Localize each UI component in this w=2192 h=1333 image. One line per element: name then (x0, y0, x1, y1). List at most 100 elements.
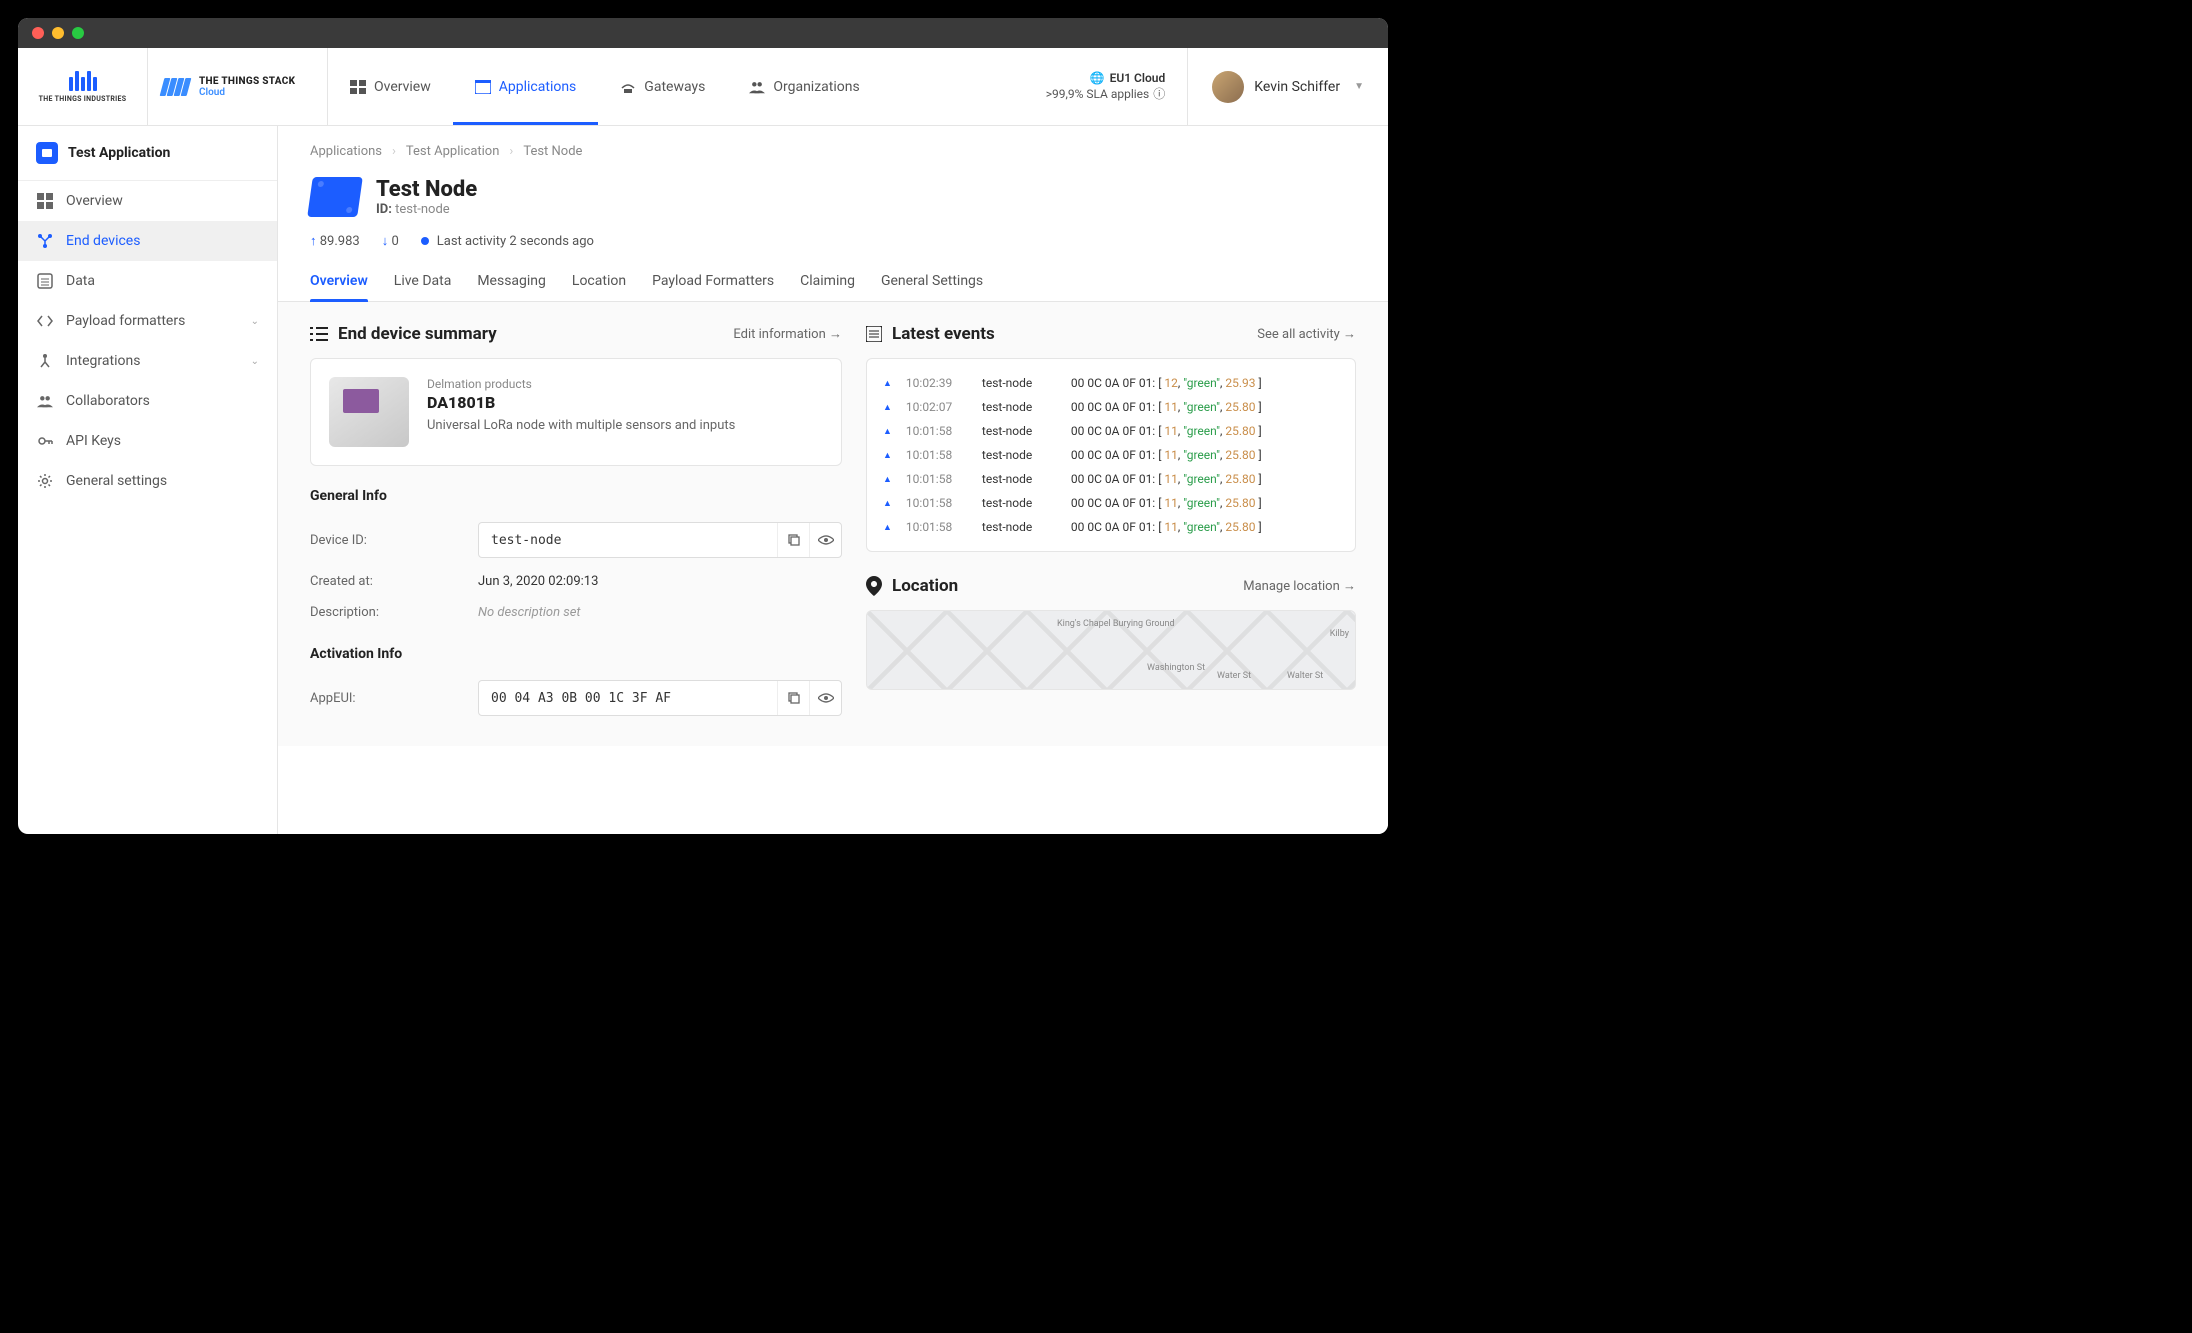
crumb-applications[interactable]: Applications (310, 144, 382, 159)
sidebar-app-header[interactable]: Test Application (18, 126, 277, 181)
sidebar-overview-label: Overview (66, 193, 123, 209)
minimize-window-button[interactable] (52, 27, 64, 39)
sidebar-item-collaborators[interactable]: Collaborators (18, 381, 277, 421)
device-stats: ↑ 89.983 ↓ 0 Last activity 2 seconds ago (278, 233, 1388, 263)
tab-overview[interactable]: Overview (310, 263, 368, 301)
toggle-visibility-button[interactable] (809, 681, 841, 715)
tab-claiming[interactable]: Claiming (800, 263, 855, 301)
map-label: Washington St (1147, 663, 1205, 673)
description-value: No description set (478, 605, 581, 620)
sidebar-item-data[interactable]: Data (18, 261, 277, 301)
copy-button[interactable] (777, 681, 809, 715)
brand-block[interactable]: THE THINGS STACK Cloud (148, 48, 328, 125)
app-icon (36, 142, 58, 164)
event-row[interactable]: ▲10:01:58test-node00 0C 0A 0F 01: [ 11, … (883, 491, 1339, 515)
uplink-arrow-icon: ▲ (883, 402, 892, 413)
cluster-info[interactable]: 🌐EU1 Cloud >99,9% SLA appliesⓘ (1024, 48, 1188, 125)
sidebar-data-label: Data (66, 273, 95, 289)
sidebar-payload-label: Payload formatters (66, 313, 185, 329)
tab-general-settings[interactable]: General Settings (881, 263, 983, 301)
device-id-label: Device ID: (310, 533, 478, 548)
device-tabs: Overview Live Data Messaging Location Pa… (278, 263, 1388, 302)
event-row[interactable]: ▲10:02:39test-node00 0C 0A 0F 01: [ 12, … (883, 371, 1339, 395)
list-icon (310, 326, 328, 342)
crumb-app[interactable]: Test Application (406, 144, 500, 159)
device-icon (307, 177, 363, 217)
nav-overview[interactable]: Overview (328, 48, 453, 125)
device-id-input[interactable] (479, 533, 777, 548)
product-description: Universal LoRa node with multiple sensor… (427, 418, 735, 433)
data-icon (36, 272, 54, 290)
collaborators-icon (36, 392, 54, 410)
activation-info-title: Activation Info (310, 646, 842, 662)
uplink-arrow-icon: ▲ (883, 450, 892, 461)
map-label: King's Chapel Burying Ground (1057, 619, 1175, 629)
edit-information-link[interactable]: Edit information → (733, 326, 842, 342)
product-image (329, 377, 409, 447)
applications-icon (475, 80, 491, 94)
nav-gateways-label: Gateways (644, 79, 705, 95)
chevron-down-icon: ⌄ (251, 316, 259, 327)
id-value: test-node (395, 202, 450, 217)
sidebar-item-end-devices[interactable]: End devices (18, 221, 277, 261)
page-title: Test Node (376, 177, 477, 202)
sidebar-item-payload-formatters[interactable]: Payload formatters ⌄ (18, 301, 277, 341)
appeui-input[interactable] (479, 691, 777, 706)
tab-live-data[interactable]: Live Data (394, 263, 452, 301)
map-label: Water St (1217, 671, 1251, 681)
copy-button[interactable] (777, 523, 809, 557)
event-row[interactable]: ▲10:02:07test-node00 0C 0A 0F 01: [ 11, … (883, 395, 1339, 419)
map-label: Walter St (1287, 671, 1323, 681)
brand-icon (162, 78, 189, 96)
event-payload: 00 0C 0A 0F 01: [ 11, "green", 25.80 ] (1071, 520, 1262, 534)
event-payload: 00 0C 0A 0F 01: [ 11, "green", 25.80 ] (1071, 400, 1262, 414)
info-icon: ⓘ (1153, 85, 1165, 102)
sidebar-item-general-settings[interactable]: General settings (18, 461, 277, 501)
events-icon (866, 326, 882, 342)
nav-organizations-label: Organizations (773, 79, 859, 95)
page-header: Test Node ID: test-node (278, 177, 1388, 233)
device-card: Delmation products DA1801B Universal LoR… (310, 358, 842, 466)
event-row[interactable]: ▲10:01:58test-node00 0C 0A 0F 01: [ 11, … (883, 515, 1339, 539)
tab-location[interactable]: Location (572, 263, 626, 301)
nav-organizations[interactable]: Organizations (727, 48, 881, 125)
close-window-button[interactable] (32, 27, 44, 39)
main-content: Applications › Test Application › Test N… (278, 126, 1388, 834)
event-time: 10:01:58 (906, 472, 968, 486)
events-list: ▲10:02:39test-node00 0C 0A 0F 01: [ 12, … (866, 358, 1356, 552)
grid-icon (36, 192, 54, 210)
event-node: test-node (982, 376, 1057, 390)
see-all-activity-link[interactable]: See all activity → (1257, 326, 1356, 342)
maximize-window-button[interactable] (72, 27, 84, 39)
event-row[interactable]: ▲10:01:58test-node00 0C 0A 0F 01: [ 11, … (883, 419, 1339, 443)
nav-gateways[interactable]: Gateways (598, 48, 727, 125)
events-title: Latest events (892, 324, 995, 344)
tab-messaging[interactable]: Messaging (477, 263, 546, 301)
sidebar-collaborators-label: Collaborators (66, 393, 150, 409)
sidebar-item-overview[interactable]: Overview (18, 181, 277, 221)
sidebar-app-name: Test Application (68, 145, 170, 161)
sidebar-item-api-keys[interactable]: API Keys (18, 421, 277, 461)
location-map[interactable]: King's Chapel Burying Ground Washington … (866, 610, 1356, 690)
device-id-field (478, 522, 842, 558)
sidebar-item-integrations[interactable]: Integrations ⌄ (18, 341, 277, 381)
window-titlebar (18, 18, 1388, 48)
toggle-visibility-button[interactable] (809, 523, 841, 557)
user-menu[interactable]: Kevin Schiffer ▼ (1187, 48, 1388, 125)
uplink-arrow-icon: ▲ (883, 426, 892, 437)
integrations-icon (36, 352, 54, 370)
event-row[interactable]: ▲10:01:58test-node00 0C 0A 0F 01: [ 11, … (883, 443, 1339, 467)
appeui-field (478, 680, 842, 716)
gateways-icon (620, 80, 636, 94)
tti-logo-text: THE THINGS INDUSTRIES (39, 95, 127, 103)
event-row[interactable]: ▲10:01:58test-node00 0C 0A 0F 01: [ 11, … (883, 467, 1339, 491)
event-time: 10:01:58 (906, 448, 968, 462)
uplink-count: 89.983 (320, 234, 360, 249)
brand-sub: Cloud (199, 87, 295, 98)
user-avatar (1212, 71, 1244, 103)
nav-applications[interactable]: Applications (453, 48, 599, 125)
manage-location-link[interactable]: Manage location → (1243, 578, 1356, 594)
tab-payload-formatters[interactable]: Payload Formatters (652, 263, 774, 301)
organizations-icon (749, 80, 765, 94)
crumb-device: Test Node (523, 144, 582, 159)
